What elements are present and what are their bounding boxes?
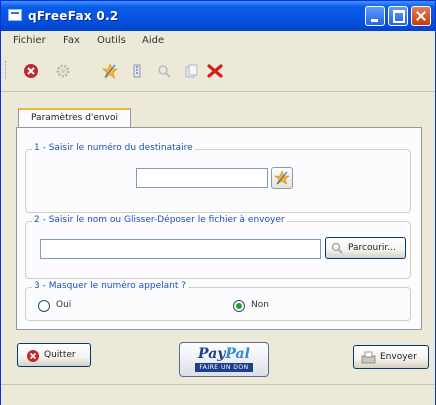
send-label: Envoyer bbox=[380, 352, 417, 362]
window-title: qFreeFax 0.2 bbox=[28, 9, 119, 23]
star-icon[interactable] bbox=[102, 63, 118, 79]
stop-icon bbox=[27, 350, 39, 362]
title-bar[interactable]: qFreeFax 0.2 bbox=[1, 1, 435, 31]
send-icon bbox=[361, 351, 376, 364]
paypal-logo-pal: Pal bbox=[225, 346, 250, 362]
paypal-logo-pay: Pay bbox=[198, 346, 226, 362]
menu-fax[interactable]: Fax bbox=[63, 35, 80, 46]
quit-label: Quitter bbox=[44, 350, 76, 360]
menu-bar: Fichier Fax Outils Aide bbox=[1, 31, 435, 51]
radio-non-label: Non bbox=[251, 300, 269, 310]
browse-label: Parcourir... bbox=[348, 243, 396, 253]
recipient-number-group: 1 - Saisir le numéro du destinataire bbox=[25, 143, 411, 213]
minimize-button[interactable] bbox=[365, 6, 385, 26]
radio-oui[interactable] bbox=[38, 300, 50, 312]
maximize-button[interactable] bbox=[388, 6, 408, 26]
radio-non[interactable] bbox=[233, 300, 245, 312]
close-button[interactable] bbox=[411, 6, 431, 26]
app-window: qFreeFax 0.2 Fichier Fax Outils Aide Par… bbox=[0, 0, 436, 405]
paypal-subtitle: FAIRE UN DON bbox=[195, 363, 253, 372]
tab-panel: 1 - Saisir le numéro du destinataire 2 -… bbox=[16, 127, 422, 330]
toolbar bbox=[1, 51, 435, 92]
recipient-number-legend: 1 - Saisir le numéro du destinataire bbox=[32, 143, 195, 153]
paypal-logo: PayPal bbox=[180, 346, 268, 362]
settings-tab-container: Paramètres d'envoi 1 - Saisir le numéro … bbox=[16, 108, 422, 330]
send-button[interactable]: Envoyer bbox=[353, 345, 429, 369]
toolbar-grip[interactable] bbox=[5, 61, 9, 79]
paypal-donate-button[interactable]: PayPal FAIRE UN DON bbox=[179, 342, 269, 377]
edit-icon[interactable] bbox=[129, 63, 145, 79]
delete-icon[interactable] bbox=[207, 63, 223, 79]
stop-icon[interactable] bbox=[23, 63, 39, 79]
status-bar bbox=[1, 384, 435, 405]
hide-caller-legend: 3 - Masquer le numéro appelant ? bbox=[32, 281, 189, 291]
search-icon[interactable] bbox=[156, 63, 172, 79]
star-icon bbox=[274, 170, 290, 185]
copy-icon[interactable] bbox=[183, 63, 199, 79]
hide-caller-group: 3 - Masquer le numéro appelant ? Oui Non bbox=[25, 281, 411, 321]
quit-button[interactable]: Quitter bbox=[17, 343, 91, 367]
radio-oui-label: Oui bbox=[56, 300, 72, 310]
tab-parametres-envoi[interactable]: Paramètres d'envoi bbox=[18, 108, 131, 128]
app-icon bbox=[8, 9, 22, 21]
menu-aide[interactable]: Aide bbox=[142, 35, 164, 46]
menu-outils[interactable]: Outils bbox=[97, 35, 126, 46]
gear-icon[interactable] bbox=[55, 63, 71, 79]
file-group: 2 - Saisir le nom ou Glisser-Déposer le … bbox=[25, 215, 411, 279]
favorites-button[interactable] bbox=[271, 167, 293, 189]
file-path-input[interactable] bbox=[40, 239, 321, 259]
menu-fichier[interactable]: Fichier bbox=[13, 35, 46, 46]
file-legend: 2 - Saisir le nom ou Glisser-Déposer le … bbox=[32, 215, 287, 225]
browse-button[interactable]: Parcourir... bbox=[325, 237, 406, 259]
search-icon bbox=[331, 242, 343, 254]
recipient-number-input[interactable] bbox=[136, 168, 268, 188]
